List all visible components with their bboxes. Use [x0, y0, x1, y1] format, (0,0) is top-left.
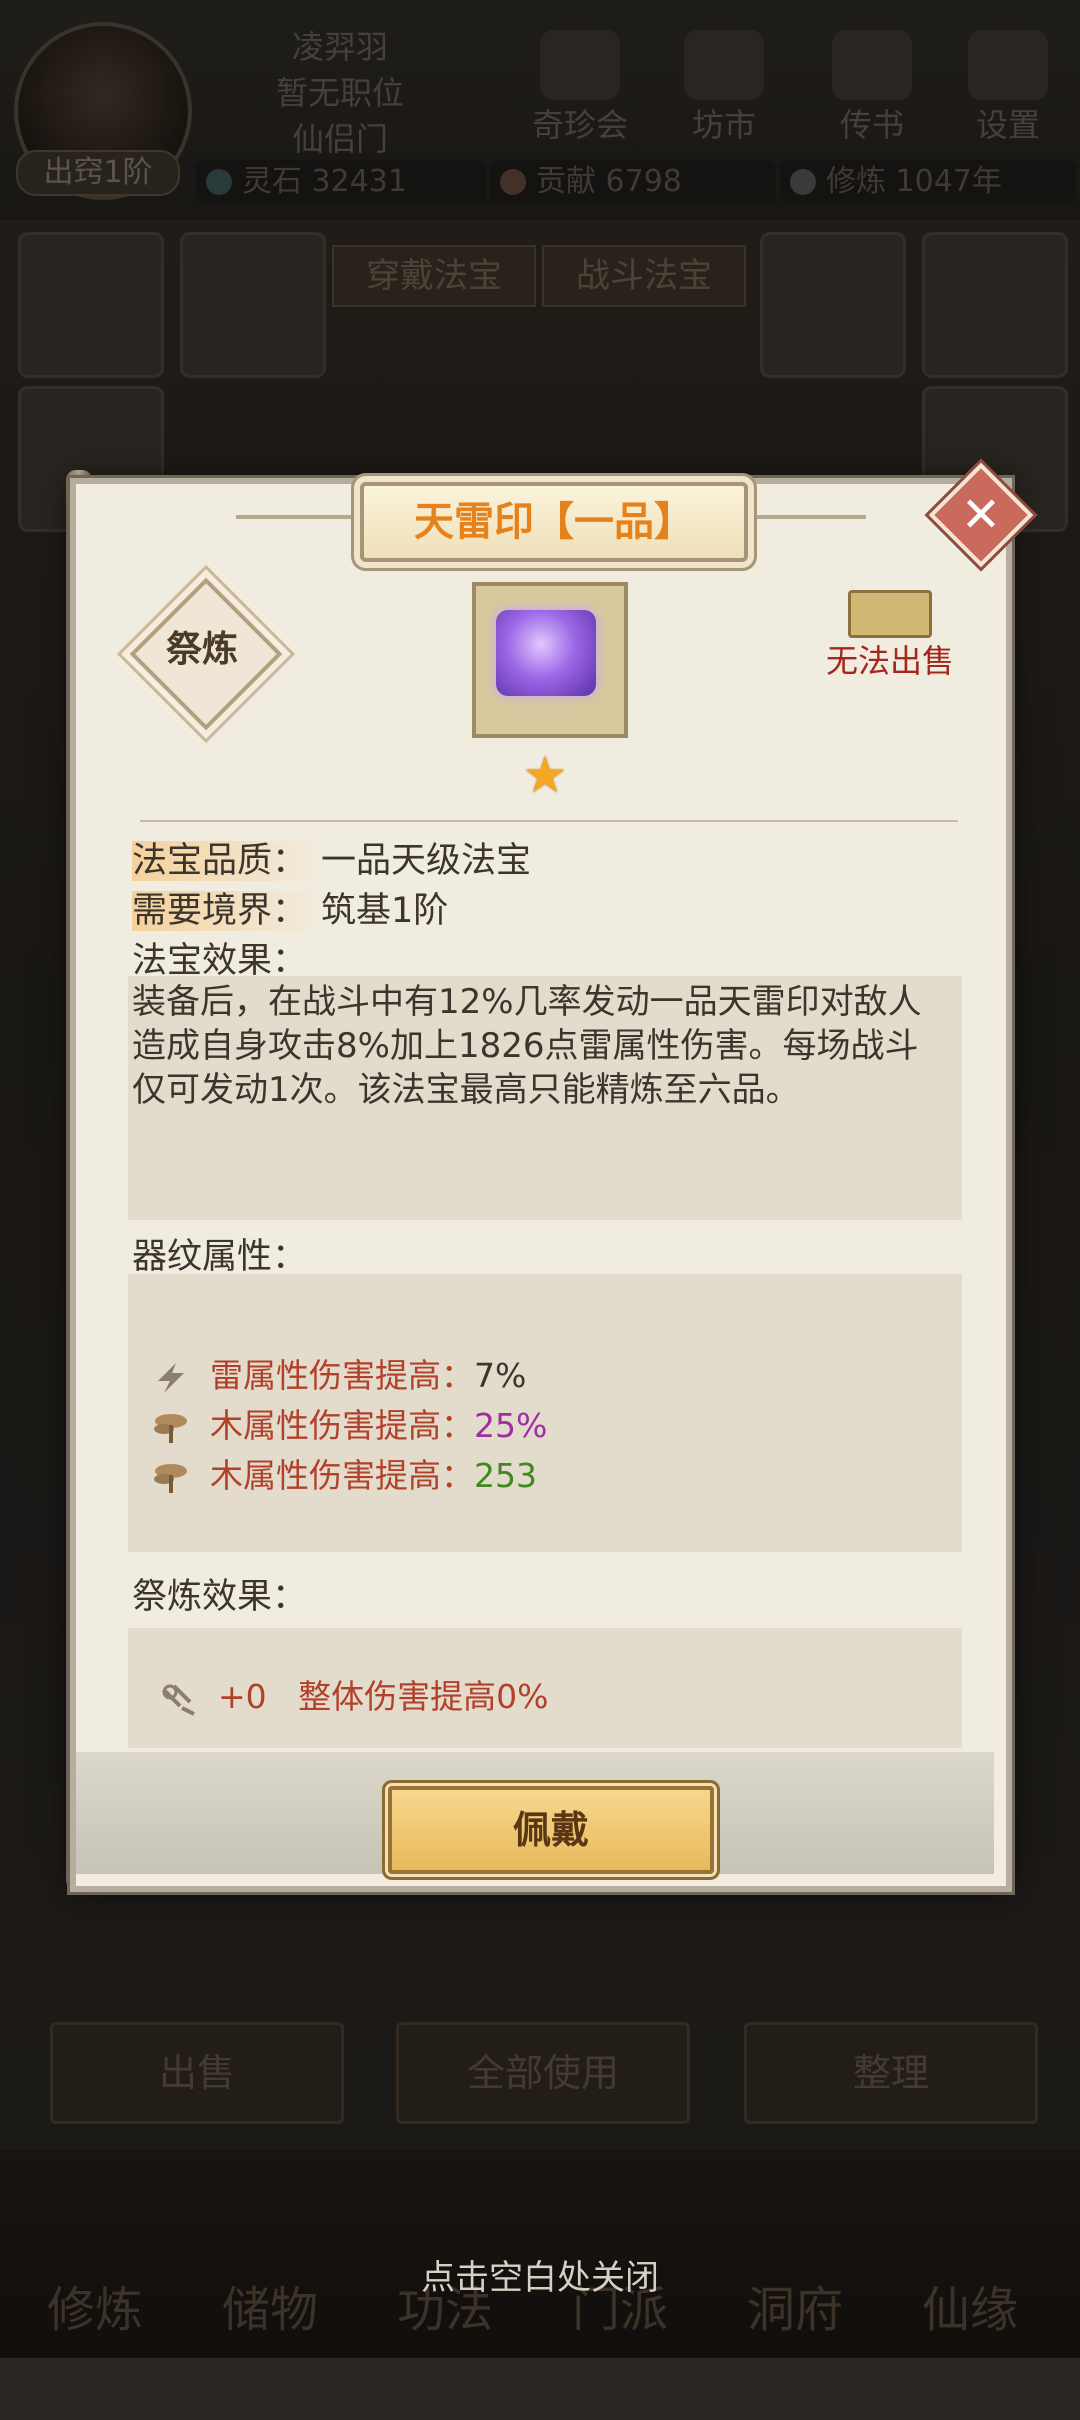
refine-level: +0 — [218, 1677, 267, 1716]
title-ornament-right — [740, 515, 866, 519]
quality-row: 法宝品质： 一品天级法宝 — [132, 832, 531, 883]
chest-icon — [848, 590, 932, 638]
refine-effect-label: 祭炼效果： — [132, 1577, 308, 1617]
attribute-row: 雷属性伤害提高：7% — [152, 1352, 526, 1400]
attribute-row: 木属性伤害提高：25% — [152, 1402, 547, 1450]
attribute-name: 雷属性伤害提高： — [210, 1356, 474, 1395]
close-icon[interactable]: ✕ — [944, 478, 1018, 552]
attribute-name: 木属性伤害提高： — [210, 1406, 474, 1445]
attribute-value: 253 — [474, 1456, 537, 1495]
pattern-label: 器纹属性： — [132, 1237, 308, 1277]
quality-value: 一品天级法宝 — [321, 841, 532, 881]
attribute-value: 25% — [474, 1406, 548, 1445]
item-title: 天雷印【一品】 — [360, 482, 748, 562]
realm-row: 需要境界： 筑基1阶 — [132, 882, 448, 933]
forge-icon — [162, 1684, 195, 1716]
title-ornament-left — [236, 515, 362, 519]
thunder-seal-icon — [496, 610, 596, 696]
refine-effect-row: +0 整体伤害提高0% — [160, 1670, 549, 1718]
attribute-row: 木属性伤害提高：253 — [152, 1452, 537, 1500]
attribute-name: 木属性伤害提高： — [210, 1456, 474, 1495]
lightning-icon — [158, 1362, 184, 1393]
realm-value: 筑基1阶 — [321, 891, 449, 931]
close-hint: 点击空白处关闭 — [421, 2258, 659, 2298]
star-icon: ★ — [522, 746, 568, 804]
no-sale-label: 无法出售 — [825, 642, 954, 680]
refine-button-label[interactable]: 祭炼 — [142, 620, 262, 680]
wear-button[interactable]: 佩戴 — [388, 1786, 714, 1874]
refine-effect: 整体伤害提高0% — [298, 1677, 549, 1716]
attribute-value: 7% — [474, 1356, 527, 1395]
tree-icon — [154, 1463, 187, 1493]
effect-text: 装备后，在战斗中有12%几率发动一品天雷印对敌人造成自身攻击8%加上1826点雷… — [132, 982, 922, 1110]
divider — [140, 820, 958, 822]
quality-label: 法宝品质： — [132, 841, 322, 881]
realm-label: 需要境界： — [132, 891, 322, 931]
tree-icon — [154, 1413, 187, 1443]
